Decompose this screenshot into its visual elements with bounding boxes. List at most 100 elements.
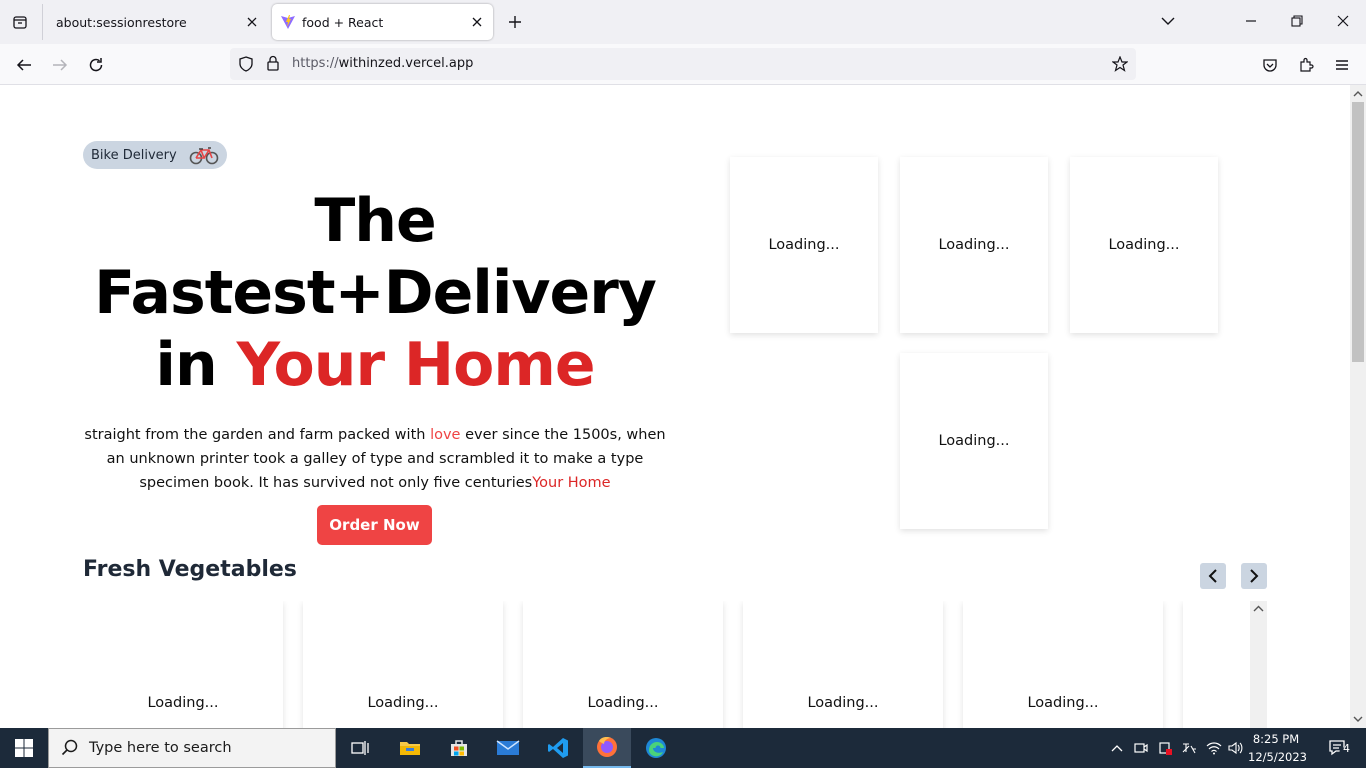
meet-now-button[interactable] — [1129, 728, 1153, 768]
puzzle-icon — [1300, 57, 1314, 72]
back-button[interactable] — [9, 50, 39, 80]
tab-sessionrestore[interactable]: about:sessionrestore — [42, 4, 268, 40]
tab-list-button[interactable] — [6, 8, 34, 36]
page-scrollbar[interactable] — [1350, 85, 1366, 728]
task-view-button[interactable] — [336, 728, 384, 768]
clock-time: 8:25 PM — [1252, 732, 1300, 746]
arrow-left-icon — [16, 59, 31, 71]
chevron-right-icon — [1250, 569, 1259, 583]
edge-icon — [646, 738, 666, 758]
windows-logo-icon — [15, 739, 33, 757]
forward-button[interactable] — [45, 50, 75, 80]
bicycle-icon — [189, 145, 219, 165]
tab-title: about:sessionrestore — [56, 14, 187, 30]
windows-taskbar: Type here to search 8:25 PM 12/5/2023 4 — [0, 728, 1366, 768]
language-icon — [1182, 743, 1196, 754]
notification-count: 4 — [1343, 742, 1350, 755]
firefox-button[interactable] — [583, 728, 631, 768]
your-home-highlight: Your Home — [532, 475, 611, 491]
hero-card[interactable]: Loading... — [900, 157, 1048, 333]
chevron-down-icon — [1161, 17, 1175, 25]
taskbar-search-box[interactable]: Type here to search — [48, 728, 336, 768]
system-clock[interactable]: 8:25 PM 12/5/2023 — [1248, 730, 1307, 766]
card-loading-text: Loading... — [147, 695, 219, 711]
new-tab-button[interactable] — [503, 8, 527, 36]
scroll-left-button[interactable] — [1200, 563, 1226, 589]
arrow-right-icon — [53, 59, 68, 71]
file-explorer-button[interactable] — [386, 728, 434, 768]
chevron-up-icon — [1111, 745, 1123, 752]
vegetable-card[interactable]: Loading... — [963, 601, 1163, 728]
language-button[interactable] — [1177, 728, 1201, 768]
edge-button[interactable] — [632, 728, 680, 768]
shield-icon[interactable] — [238, 56, 254, 76]
scroll-right-button[interactable] — [1241, 563, 1267, 589]
scrollbar-thumb[interactable] — [1352, 102, 1364, 362]
menu-button[interactable] — [1327, 50, 1357, 80]
task-view-icon — [351, 741, 369, 755]
tab-close-icon[interactable] — [465, 10, 489, 34]
fresh-vegetables-heading: Fresh Vegetables — [83, 557, 297, 582]
hero-card[interactable]: Loading... — [900, 353, 1048, 529]
order-now-button[interactable]: Order Now — [317, 505, 432, 545]
card-loading-text: Loading... — [938, 237, 1010, 253]
vscode-icon — [548, 738, 568, 758]
card-loading-text: Loading... — [768, 237, 840, 253]
lock-icon[interactable] — [266, 55, 280, 75]
clock-date: 12/5/2023 — [1248, 750, 1307, 764]
mail-button[interactable] — [484, 728, 532, 768]
reload-icon — [89, 58, 103, 72]
vite-favicon-icon — [280, 14, 296, 30]
restore-button[interactable] — [1282, 6, 1312, 36]
vegetables-carousel[interactable]: Loading... Loading... Loading... Loading… — [83, 601, 1267, 728]
wifi-button[interactable] — [1202, 728, 1226, 768]
browser-navigation-bar: https://withinzed.vercel.app — [0, 44, 1366, 85]
wifi-icon — [1206, 742, 1222, 755]
reload-button[interactable] — [81, 50, 111, 80]
hero-card[interactable]: Loading... — [730, 157, 878, 333]
bike-delivery-badge: Bike Delivery — [83, 141, 227, 169]
vscode-button[interactable] — [534, 728, 582, 768]
hamburger-menu-icon — [1336, 60, 1348, 70]
hero-heading-line1: The — [314, 186, 436, 256]
tab-list-icon — [13, 16, 27, 29]
hero-heading-line2: Fastest+Delivery — [94, 258, 657, 328]
speaker-icon — [1228, 741, 1243, 755]
notification-center-button[interactable]: 4 — [1318, 728, 1358, 768]
card-loading-text: Loading... — [367, 695, 439, 711]
hero-heading-line3: in Your Home — [155, 330, 596, 400]
minimize-icon — [1246, 20, 1256, 22]
bookmark-star-icon[interactable] — [1111, 55, 1129, 76]
minimize-button[interactable] — [1236, 6, 1266, 36]
card-loading-text: Loading... — [938, 433, 1010, 449]
tab-food-react[interactable]: food + React — [272, 4, 493, 40]
list-all-tabs-button[interactable] — [1153, 6, 1183, 36]
vegetable-card[interactable]: Loading... — [303, 601, 503, 728]
search-icon — [61, 739, 78, 756]
hero-card[interactable]: Loading... — [1070, 157, 1218, 333]
browser-tab-bar: about:sessionrestore food + React — [0, 0, 1366, 44]
pocket-button[interactable] — [1255, 50, 1285, 80]
close-window-button[interactable] — [1328, 6, 1358, 36]
scroll-down-arrow-icon[interactable] — [1350, 712, 1366, 726]
scroll-up-arrow-icon[interactable] — [1350, 87, 1366, 101]
hero-heading-highlight: Your Home — [236, 330, 596, 400]
tab-close-icon[interactable] — [240, 10, 264, 34]
carousel-scrollbar[interactable] — [1250, 601, 1267, 728]
tab-title: food + React — [302, 14, 384, 30]
volume-button[interactable] — [1224, 728, 1248, 768]
extensions-button[interactable] — [1291, 50, 1321, 80]
vegetable-card[interactable]: Loading... — [83, 601, 283, 728]
microsoft-store-button[interactable] — [435, 728, 483, 768]
show-hidden-icons-button[interactable] — [1105, 728, 1129, 768]
start-button[interactable] — [0, 728, 48, 768]
page-viewport: Bike Delivery The Fastest+Delivery in Yo… — [0, 85, 1350, 728]
vegetable-card[interactable]: Loading... — [523, 601, 723, 728]
network-error-icon — [1159, 742, 1172, 755]
vegetable-card[interactable]: Loading... — [743, 601, 943, 728]
scroll-up-arrow-icon — [1253, 605, 1264, 612]
address-bar[interactable]: https://withinzed.vercel.app — [230, 48, 1136, 80]
url-text: https://withinzed.vercel.app — [292, 56, 474, 71]
store-icon — [451, 740, 467, 756]
network-warning-button[interactable] — [1153, 728, 1177, 768]
